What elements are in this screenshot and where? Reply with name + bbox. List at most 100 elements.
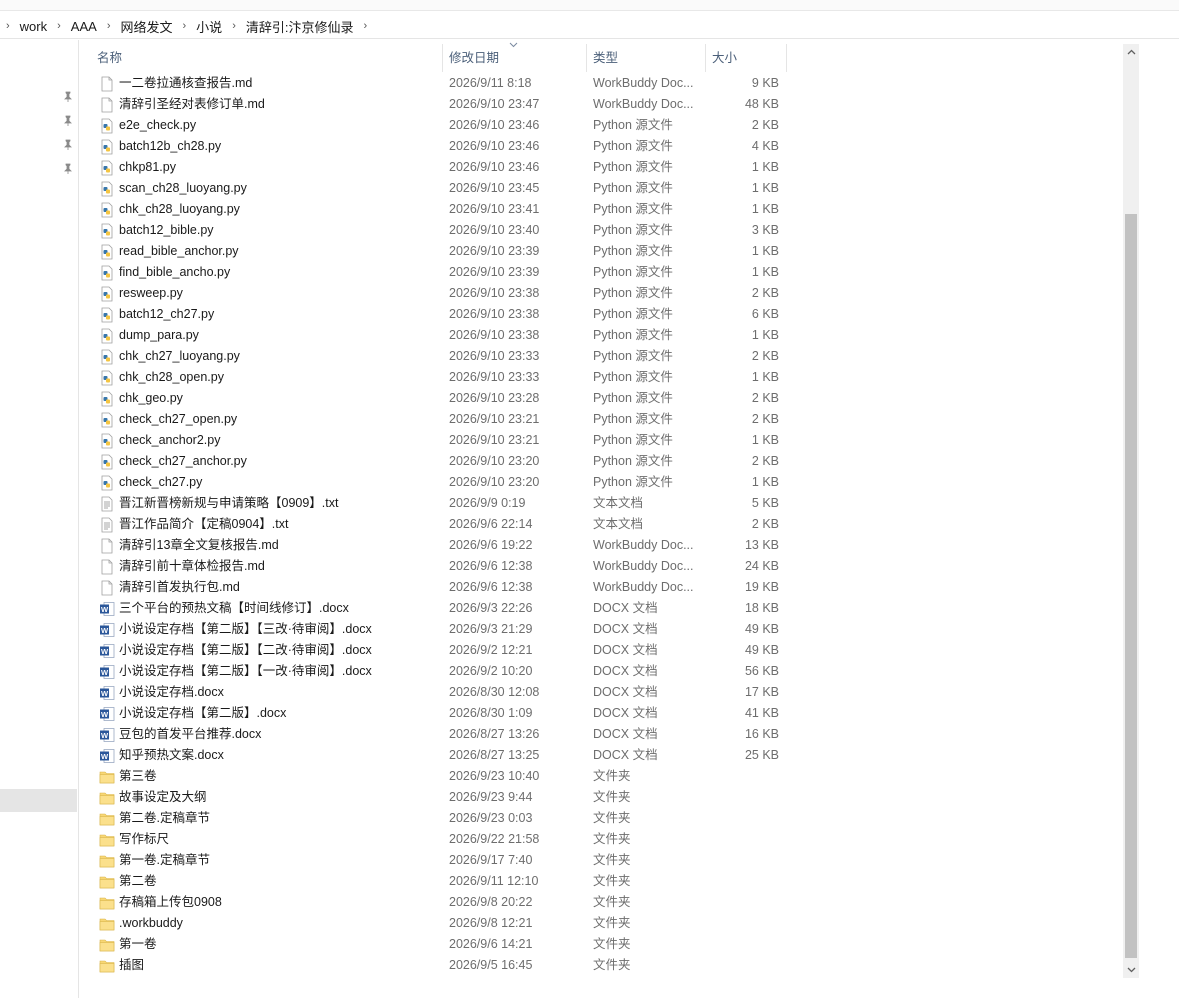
file-row[interactable]: W 小说设定存档【第二版】【二改·待审阅】.docx 2026/9/2 12:21 D…: [79, 640, 1119, 661]
breadcrumb-item-xiaoshuo[interactable]: 小说: [192, 14, 226, 38]
file-row[interactable]: check_ch27.py 2026/9/10 23:20 Python 源文件 1 …: [79, 472, 1119, 493]
file-row[interactable]: W 小说设定存档.docx 2026/8/30 12:08 DOCX 文档 17 KB: [79, 682, 1119, 703]
file-size: 6 KB: [751, 307, 779, 321]
file-name: 小说设定存档【第二版】【一改·待审阅】.docx: [119, 664, 372, 678]
modified-date: 2026/9/8 12:21: [449, 916, 533, 930]
file-row[interactable]: 一二卷拉通核查报告.md 2026/9/11 8:18 WorkBuddy Doc.…: [79, 73, 1119, 94]
navigation-pane: [0, 40, 79, 998]
modified-date: 2026/8/27 13:25: [449, 748, 540, 762]
column-header-size[interactable]: 大小: [706, 44, 786, 72]
folder-row[interactable]: 存稿箱上传包0908 2026/9/8 20:22 文件夹: [79, 892, 1119, 913]
column-divider[interactable]: [786, 44, 787, 72]
file-row[interactable]: chkp81.py 2026/9/10 23:46 Python 源文件 1 KB: [79, 157, 1119, 178]
svg-text:W: W: [101, 626, 109, 635]
file-row[interactable]: W 三个平台的预热文稿【时间线修订】.docx 2026/9/3 22:26 DOCX…: [79, 598, 1119, 619]
chevron-right-icon[interactable]: ›: [177, 20, 193, 32]
chevron-right-icon[interactable]: ›: [226, 20, 242, 32]
word-doc-icon: W: [99, 727, 115, 743]
file-row[interactable]: 晋江新晋榜新规与申请策略【0909】.txt 2026/9/9 0:19 文本文档 5…: [79, 493, 1119, 514]
nav-selected-item[interactable]: [0, 789, 77, 812]
chevron-right-icon[interactable]: ›: [101, 20, 117, 32]
python-file-icon: [99, 349, 115, 365]
file-row[interactable]: 清辞引首发执行包.md 2026/9/6 12:38 WorkBuddy Doc..…: [79, 577, 1119, 598]
breadcrumb-item-aaa[interactable]: AAA: [67, 14, 101, 38]
folder-icon: [99, 874, 115, 890]
vertical-scrollbar[interactable]: [1123, 44, 1139, 978]
file-row[interactable]: W 小说设定存档【第二版】【一改·待审阅】.docx 2026/9/2 10:20 D…: [79, 661, 1119, 682]
folder-row[interactable]: 第二卷.定稿章节 2026/9/23 0:03 文件夹: [79, 808, 1119, 829]
scrollbar-thumb[interactable]: [1125, 214, 1137, 958]
file-row[interactable]: batch12_bible.py 2026/9/10 23:40 Python 源文…: [79, 220, 1119, 241]
file-row[interactable]: check_ch27_open.py 2026/9/10 23:21 Python …: [79, 409, 1119, 430]
file-row[interactable]: check_anchor2.py 2026/9/10 23:21 Python 源文…: [79, 430, 1119, 451]
folder-row[interactable]: 第二卷 2026/9/11 12:10 文件夹: [79, 871, 1119, 892]
file-row[interactable]: W 知乎预热文案.docx 2026/8/27 13:25 DOCX 文档 25 KB: [79, 745, 1119, 766]
file-row[interactable]: chk_ch27_luoyang.py 2026/9/10 23:33 Python…: [79, 346, 1119, 367]
folder-row[interactable]: 故事设定及大纲 2026/9/23 9:44 文件夹: [79, 787, 1119, 808]
modified-date: 2026/8/30 1:09: [449, 706, 533, 720]
column-header-name[interactable]: 名称: [91, 44, 443, 72]
file-row[interactable]: 清辞引圣经对表修订单.md 2026/9/10 23:47 WorkBuddy Do…: [79, 94, 1119, 115]
file-row[interactable]: chk_ch28_luoyang.py 2026/9/10 23:41 Python…: [79, 199, 1119, 220]
file-row[interactable]: 清辞引13章全文复核报告.md 2026/9/6 19:22 WorkBuddy D…: [79, 535, 1119, 556]
file-size: 13 KB: [744, 538, 779, 552]
pin-icon[interactable]: [62, 163, 74, 175]
file-row[interactable]: W 小说设定存档【第二版】.docx 2026/8/30 1:09 DOCX 文档 41…: [79, 703, 1119, 724]
pin-icon[interactable]: [62, 139, 74, 151]
file-row[interactable]: chk_ch28_open.py 2026/9/10 23:33 Python 源文…: [79, 367, 1119, 388]
pin-icon[interactable]: [62, 91, 74, 103]
modified-date: 2026/9/3 21:29: [449, 622, 533, 636]
file-row[interactable]: batch12b_ch28.py 2026/9/10 23:46 Python 源文…: [79, 136, 1119, 157]
file-name: chk_ch28_open.py: [119, 370, 224, 384]
folder-row[interactable]: 插图 2026/9/5 16:45 文件夹: [79, 955, 1119, 976]
pin-icon[interactable]: [62, 115, 74, 127]
file-name: 三个平台的预热文稿【时间线修订】.docx: [119, 601, 349, 615]
folder-row[interactable]: 第三卷 2026/9/23 10:40 文件夹: [79, 766, 1119, 787]
breadcrumb-item-wangluofawen[interactable]: 网络发文: [116, 14, 176, 38]
folder-row[interactable]: 第一卷 2026/9/6 14:21 文件夹: [79, 934, 1119, 955]
file-row[interactable]: 晋江作品简介【定稿0904】.txt 2026/9/6 22:14 文本文档 2 KB: [79, 514, 1119, 535]
file-row[interactable]: check_ch27_anchor.py 2026/9/10 23:20 Pytho…: [79, 451, 1119, 472]
file-name: 小说设定存档【第二版】【二改·待审阅】.docx: [119, 643, 372, 657]
file-size: 41 KB: [744, 706, 779, 720]
chevron-right-icon[interactable]: ›: [51, 20, 67, 32]
folder-row[interactable]: 写作标尺 2026/9/22 21:58 文件夹: [79, 829, 1119, 850]
scroll-up-arrow-icon[interactable]: [1123, 44, 1139, 60]
file-row[interactable]: dump_para.py 2026/9/10 23:38 Python 源文件 1 K…: [79, 325, 1119, 346]
modified-date: 2026/9/10 23:21: [449, 433, 540, 447]
file-size: [707, 766, 779, 787]
folder-row[interactable]: .workbuddy 2026/9/8 12:21 文件夹: [79, 913, 1119, 934]
file-row[interactable]: W 小说设定存档【第二版】【三改·待审阅】.docx 2026/9/3 21:29 D…: [79, 619, 1119, 640]
file-size: 48 KB: [744, 97, 779, 111]
column-header-date[interactable]: 修改日期: [443, 44, 586, 72]
svg-text:W: W: [101, 710, 109, 719]
file-name: 小说设定存档【第二版】.docx: [119, 706, 287, 720]
folder-row[interactable]: 第一卷.定稿章节 2026/9/17 7:40 文件夹: [79, 850, 1119, 871]
python-file-icon: [99, 139, 115, 155]
chevron-right-icon[interactable]: ›: [0, 20, 16, 32]
file-type: 文件夹: [593, 811, 631, 825]
file-row[interactable]: 清辞引前十章体检报告.md 2026/9/6 12:38 WorkBuddy Doc…: [79, 556, 1119, 577]
file-row[interactable]: scan_ch28_luoyang.py 2026/9/10 23:45 Pytho…: [79, 178, 1119, 199]
file-size: [707, 892, 779, 913]
scroll-down-arrow-icon[interactable]: [1123, 962, 1139, 978]
file-row[interactable]: e2e_check.py 2026/9/10 23:46 Python 源文件 2 K…: [79, 115, 1119, 136]
chevron-right-icon[interactable]: ›: [357, 20, 373, 32]
file-row[interactable]: resweep.py 2026/9/10 23:38 Python 源文件 2 KB: [79, 283, 1119, 304]
modified-date: 2026/8/27 13:26: [449, 727, 540, 741]
document-icon: [99, 538, 115, 554]
modified-date: 2026/9/6 12:38: [449, 559, 533, 573]
file-row[interactable]: batch12_ch27.py 2026/9/10 23:38 Python 源文件…: [79, 304, 1119, 325]
file-size: [707, 871, 779, 892]
file-name: check_ch27_open.py: [119, 412, 238, 426]
column-header-type[interactable]: 类型: [587, 44, 705, 72]
breadcrumb-item-work[interactable]: work: [16, 14, 51, 38]
file-row[interactable]: find_bible_ancho.py 2026/9/10 23:39 Python…: [79, 262, 1119, 283]
file-row[interactable]: W 豆包的首发平台推荐.docx 2026/8/27 13:26 DOCX 文档 16 …: [79, 724, 1119, 745]
file-row[interactable]: chk_geo.py 2026/9/10 23:28 Python 源文件 2 KB: [79, 388, 1119, 409]
breadcrumb[interactable]: › work › AAA › 网络发文 › 小说 › 清辞引:汴京修仙录 ›: [0, 14, 1179, 39]
file-name: 清辞引首发执行包.md: [119, 580, 240, 594]
svg-text:W: W: [101, 731, 109, 740]
file-row[interactable]: read_bible_anchor.py 2026/9/10 23:39 Pytho…: [79, 241, 1119, 262]
breadcrumb-item-current-folder[interactable]: 清辞引:汴京修仙录: [242, 14, 358, 38]
